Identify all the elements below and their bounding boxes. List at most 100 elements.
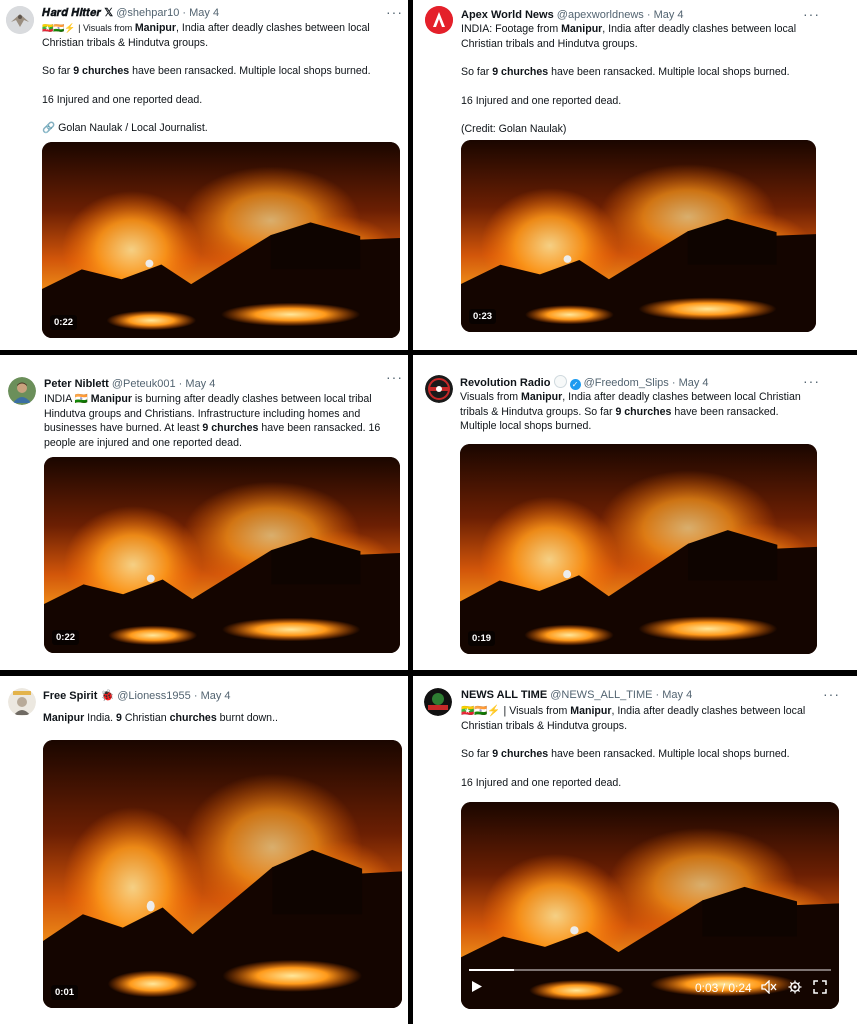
person-photo-avatar-icon[interactable] (8, 377, 36, 405)
tweet-header: NEWS ALL TIME @NEWS_ALL_TIME · May 4 (461, 688, 692, 702)
news-logo-icon[interactable] (424, 688, 452, 716)
video-duration: 0:22 (52, 630, 80, 645)
mute-icon[interactable] (761, 980, 777, 994)
video-thumbnail[interactable]: 0:22 (44, 457, 400, 653)
text-line: Christian tribals and Hindutva groups. (461, 37, 638, 50)
author-handle[interactable]: @Lioness1955 (117, 690, 191, 702)
tweet-text: 🇲🇲🇮🇳⚡ | Visuals from Manipur, India afte… (461, 704, 851, 790)
more-options-icon[interactable]: ··· (803, 373, 820, 389)
separator: · (179, 7, 190, 19)
tweet-header: Peter Niblett @Peteuk001 · May 4 (44, 377, 215, 391)
separator: · (175, 378, 186, 390)
fire-video-frame (461, 140, 816, 332)
text-line: Hindutva groups and Christians. Infrastr… (44, 407, 361, 420)
fullscreen-icon[interactable] (813, 980, 827, 994)
author-name[interactable]: NEWS ALL TIME (461, 689, 547, 701)
video-player[interactable]: 0:03 / 0:24 (461, 802, 839, 1009)
text-line: So far 9 churches have been ransacked. M… (461, 66, 790, 78)
text-line: Christian tribals & Hindutva groups. (461, 719, 628, 732)
tweet-date[interactable]: May 4 (189, 7, 219, 19)
video-duration: 0:22 (50, 315, 78, 330)
text-line: INDIA: Footage from Manipur, India after… (461, 23, 797, 35)
text-line: So far 9 churches have been ransacked. M… (461, 748, 790, 760)
more-options-icon[interactable]: ··· (386, 4, 403, 20)
author-handle[interactable]: @Peteuk001 (112, 378, 176, 390)
video-duration: 0:19 (468, 631, 496, 646)
tweet-date[interactable]: May 4 (654, 9, 684, 21)
video-progress-fill (469, 969, 515, 971)
separator: · (652, 689, 663, 701)
fire-video-frame (43, 740, 402, 1008)
tweet-text: Visuals from Manipur, India after deadly… (460, 390, 845, 434)
text-line: Christian tribals & Hindutva groups. (42, 36, 209, 49)
video-controls: 0:03 / 0:24 (461, 965, 839, 1009)
separator: · (190, 690, 201, 702)
author-name[interactable]: 𝑯𝒂𝒓𝒅 𝑯𝒊𝒕𝒕𝒆𝒓 𝕏 (42, 7, 113, 19)
tweet-card[interactable]: Peter Niblett @Peteuk001 · May 4 ··· IND… (0, 355, 408, 670)
author-handle[interactable]: @NEWS_ALL_TIME (550, 689, 652, 701)
text-line: INDIA 🇮🇳 Manipur is burning after deadly… (44, 393, 372, 405)
more-options-icon[interactable]: ··· (823, 686, 840, 702)
tweet-date[interactable]: May 4 (679, 377, 709, 389)
more-options-icon[interactable]: ··· (386, 369, 403, 385)
author-name[interactable]: Revolution Radio (460, 377, 550, 389)
tweet-date[interactable]: May 4 (201, 690, 231, 702)
video-thumbnail[interactable]: 0:23 (461, 140, 816, 332)
text-line: Manipur India. 9 Christian churches burn… (43, 712, 278, 724)
separator: · (668, 377, 679, 389)
text-line: 🇲🇲🇮🇳⚡ | Visuals from Manipur, India afte… (42, 22, 370, 34)
fire-video-frame (44, 457, 400, 653)
text-line: 16 Injured and one reported dead. (461, 776, 622, 789)
video-progress-bar[interactable] (469, 969, 831, 971)
settings-gear-icon[interactable] (788, 980, 802, 994)
portrait-avatar-icon[interactable] (8, 688, 36, 716)
text-line: businesses have burned. At least 9 churc… (44, 422, 381, 434)
video-thumbnail[interactable]: 0:22 (42, 142, 400, 338)
tweet-card[interactable]: Revolution Radio ✓ @Freedom_Slips · May … (413, 355, 857, 670)
text-line: 16 Injured and one reported dead. (461, 94, 622, 107)
video-thumbnail[interactable]: 0:19 (460, 444, 817, 654)
text-line: tribals & Hindutva groups. So far 9 chur… (460, 405, 779, 418)
text-line: So far 9 churches have been ransacked. M… (42, 65, 371, 77)
eagle-avatar-icon[interactable] (6, 6, 34, 34)
more-options-icon[interactable]: ··· (803, 6, 820, 22)
tweet-text: INDIA 🇮🇳 Manipur is burning after deadly… (44, 392, 404, 450)
text-line: 🇲🇲🇮🇳⚡ | Visuals from Manipur, India afte… (461, 705, 806, 717)
fire-video-frame (460, 444, 817, 654)
tweet-text: INDIA: Footage from Manipur, India after… (461, 22, 841, 137)
text-line: Visuals from Manipur, India after deadly… (460, 391, 801, 403)
tweet-header: Free Spirit 🐞 @Lioness1955 · May 4 (43, 689, 231, 703)
tweet-header: Revolution Radio ✓ @Freedom_Slips · May … (460, 375, 709, 390)
tweet-card[interactable]: Apex World News @apexworldnews · May 4 ·… (413, 0, 857, 350)
tweet-text: Manipur India. 9 Christian churches burn… (43, 711, 398, 726)
author-handle[interactable]: @shehpar10 (116, 7, 179, 19)
fire-video-frame (42, 142, 400, 338)
video-thumbnail[interactable]: 0:01 (43, 740, 402, 1008)
revolution-logo-icon[interactable] (425, 375, 453, 403)
affiliation-badge-icon (553, 375, 567, 388)
text-line: (Credit: Golan Naulak) (461, 123, 567, 135)
tweet-text: 🇲🇲🇮🇳⚡ | Visuals from Manipur, India afte… (42, 21, 402, 136)
video-duration: 0:23 (469, 309, 497, 324)
verified-badge-icon: ✓ (569, 379, 581, 390)
apex-logo-icon[interactable] (425, 6, 453, 34)
tweet-date[interactable]: May 4 (662, 689, 692, 701)
text-line: Multiple local shops burned. (460, 420, 592, 432)
author-name[interactable]: Peter Niblett (44, 378, 109, 390)
author-handle[interactable]: @apexworldnews (557, 9, 644, 21)
play-icon[interactable] (471, 980, 483, 993)
tweet-card[interactable]: NEWS ALL TIME @NEWS_ALL_TIME · May 4 ···… (413, 676, 857, 1024)
separator: · (643, 9, 654, 21)
author-name[interactable]: Apex World News (461, 9, 554, 21)
tweet-header: Apex World News @apexworldnews · May 4 (461, 8, 684, 22)
video-time: 0:03 / 0:24 (695, 981, 752, 995)
tweet-card[interactable]: Free Spirit 🐞 @Lioness1955 · May 4 Manip… (0, 676, 408, 1024)
tweet-header: 𝑯𝒂𝒓𝒅 𝑯𝒊𝒕𝒕𝒆𝒓 𝕏 @shehpar10 · May 4 (42, 6, 219, 20)
tweet-card[interactable]: 𝑯𝒂𝒓𝒅 𝑯𝒊𝒕𝒕𝒆𝒓 𝕏 @shehpar10 · May 4 ··· 🇲🇲🇮… (0, 0, 408, 350)
text-line: 16 Injured and one reported dead. (42, 93, 203, 106)
author-name[interactable]: Free Spirit 🐞 (43, 690, 114, 702)
text-line: people are injured and one reported dead… (44, 436, 242, 449)
text-line: 🔗 Golan Naulak / Local Journalist. (42, 122, 208, 134)
tweet-date[interactable]: May 4 (185, 378, 215, 390)
author-handle[interactable]: @Freedom_Slips (584, 377, 669, 389)
